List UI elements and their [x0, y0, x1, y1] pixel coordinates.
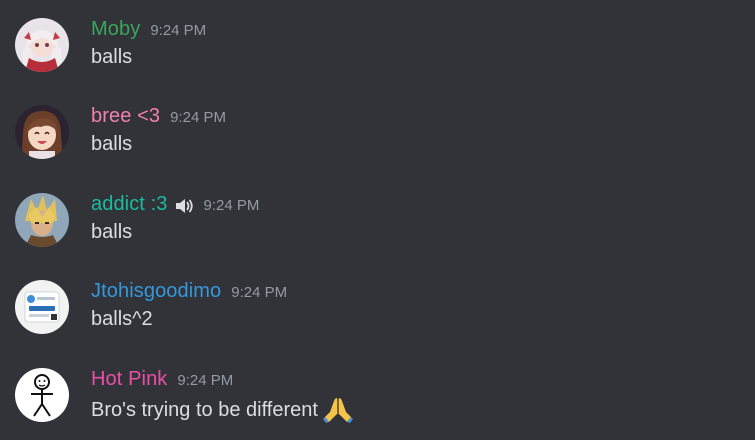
message-content: balls: [91, 46, 132, 69]
anime-girl-avatar: [15, 18, 69, 72]
message-item: Moby 9:24 PM balls: [0, 18, 755, 98]
message-item: bree <3 9:24 PM balls: [0, 105, 755, 185]
message-header: Jtohisgoodimo 9:24 PM: [91, 280, 287, 306]
message-item: Hot Pink 9:24 PM Bro's trying to be diff…: [0, 368, 755, 440]
message-item: Jtohisgoodimo 9:24 PM balls^2: [0, 280, 755, 360]
message-text: balls: [91, 221, 133, 243]
avatar[interactable]: [15, 18, 69, 72]
avatar[interactable]: [15, 105, 69, 159]
message-content: Bro's trying to be different: [91, 396, 354, 424]
message-content: balls: [91, 221, 132, 244]
username[interactable]: Moby: [91, 18, 140, 41]
message-header: Hot Pink 9:24 PM: [91, 368, 233, 394]
folded-hands-emoji: [322, 396, 354, 424]
message-text: balls^2: [91, 308, 153, 330]
message-item: addict :3 9:24 PM balls: [0, 193, 755, 273]
anime-girl-brown-hair-avatar: [15, 105, 69, 159]
timestamp: 9:24 PM: [170, 109, 226, 126]
message-content: balls: [91, 133, 132, 156]
timestamp: 9:24 PM: [150, 22, 207, 39]
message-header: Moby 9:24 PM: [91, 18, 206, 44]
speaker-icon: [174, 197, 194, 215]
stick-figure-avatar: [15, 368, 69, 422]
message-text: balls: [91, 46, 133, 68]
avatar[interactable]: [15, 193, 69, 247]
avatar[interactable]: [15, 368, 69, 422]
username[interactable]: Jtohisgoodimo: [91, 280, 221, 303]
message-text: Bro's trying to be different: [91, 398, 318, 421]
timestamp: 9:24 PM: [231, 284, 288, 301]
message-text: balls: [91, 133, 133, 155]
anime-boy-avatar: [15, 193, 69, 247]
message-header: bree <3 9:24 PM: [91, 105, 226, 131]
timestamp: 9:24 PM: [177, 372, 234, 389]
username[interactable]: bree <3: [91, 105, 160, 128]
avatar[interactable]: [15, 280, 69, 334]
app-logo-avatar: [15, 280, 69, 334]
username[interactable]: Hot Pink: [91, 368, 167, 391]
message-content: balls^2: [91, 308, 153, 331]
timestamp: 9:24 PM: [203, 197, 260, 214]
message-header: addict :3 9:24 PM: [91, 193, 259, 219]
chat-message-list: Moby 9:24 PM balls bree <3 9:24 PM balls…: [0, 0, 755, 440]
username[interactable]: addict :3: [91, 193, 168, 216]
